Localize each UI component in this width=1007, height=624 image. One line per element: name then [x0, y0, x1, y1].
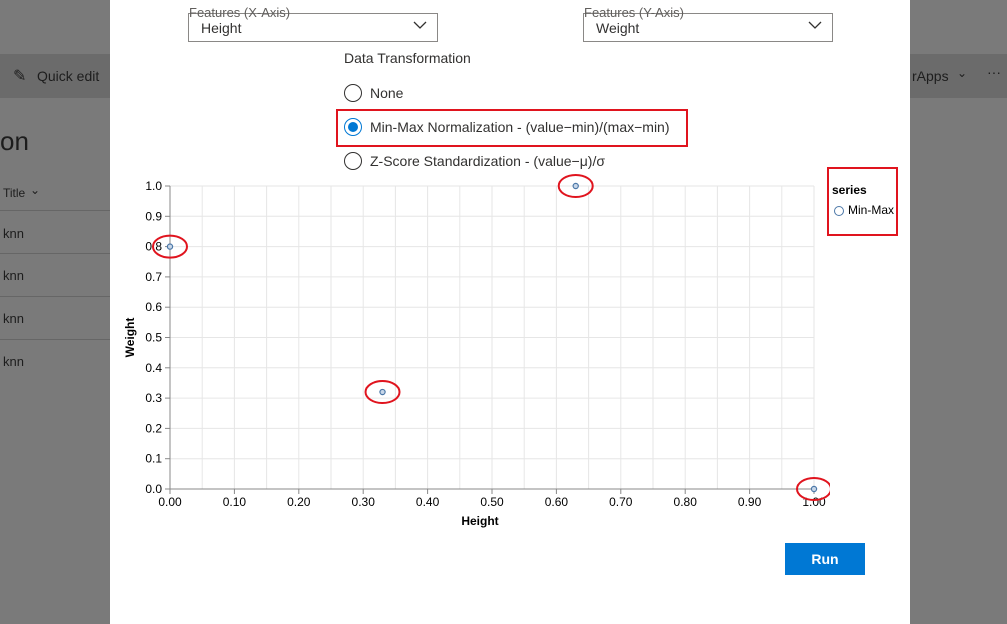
x-tick-label: 0.50 [480, 495, 504, 509]
y-tick-label: 0.1 [145, 452, 162, 466]
scatter-chart: 0.00 0.10 0.20 0.30 0.40 0.50 0.60 0.70 0.80 0.90… [123, 174, 830, 528]
y-tick-label: 0.6 [145, 300, 162, 314]
background-toolbar-right: rApps [912, 68, 949, 84]
x-tick-label: 0.60 [545, 495, 569, 509]
data-transformation-title: Data Transformation [344, 50, 471, 66]
background-page-title: on [0, 126, 29, 156]
highlight-box [827, 167, 898, 236]
background-row-divider [0, 339, 110, 340]
y-tick-label: 0.5 [145, 331, 162, 345]
background-column-sort-icon: ⌄ [30, 183, 41, 197]
radio-button[interactable] [344, 84, 362, 102]
x-tick-label: 0.20 [287, 495, 311, 509]
y-axis-feature-label: Features (Y-Axis) [584, 5, 684, 20]
background-column-header: Title [3, 186, 26, 200]
x-tick-label: 1.00 [802, 495, 826, 509]
y-tick-label: 0.0 [145, 482, 162, 496]
data-point [572, 182, 579, 190]
background-row: knn [3, 354, 24, 369]
chevron-down-icon [808, 21, 822, 29]
data-point [166, 243, 174, 250]
y-tick-label: 0.2 [145, 421, 162, 435]
background-row: knn [3, 268, 24, 283]
x-tick-label: 0.10 [223, 495, 247, 509]
background-row-divider [0, 253, 110, 254]
x-tick-label: 0.00 [158, 495, 182, 509]
background-row: knn [3, 311, 24, 326]
y-tick-label: 0.3 [145, 391, 162, 405]
chevron-down-icon [413, 21, 427, 29]
radio-button[interactable] [344, 152, 362, 170]
run-button[interactable]: Run [785, 543, 865, 575]
x-tick-label: 0.80 [674, 495, 698, 509]
highlight-box [336, 109, 688, 147]
x-tick-label: 0.70 [609, 495, 633, 509]
y-axis-title: Weight [123, 318, 137, 358]
background-chevron-icon: ⌄ [957, 66, 968, 80]
x-tick-label: 0.90 [738, 495, 762, 509]
data-point [810, 485, 818, 493]
option-label: Z-Score Standardization - (value−μ)/σ [370, 153, 605, 169]
y-axis-feature-value: Weight [596, 20, 640, 36]
x-axis-feature-label: Features (X-Axis) [189, 5, 291, 20]
y-tick-label: 0.7 [145, 270, 162, 284]
background-row-divider [0, 296, 110, 297]
x-axis-title: Height [461, 514, 498, 528]
option-none[interactable]: None [344, 84, 424, 106]
y-tick-label: 1.0 [145, 179, 162, 193]
y-tick-label: 0.9 [145, 209, 162, 223]
background-row: knn [3, 226, 24, 241]
x-axis-feature-dropdown[interactable]: Features (X-Axis) Height [188, 5, 438, 42]
background-quick-edit: Quick edit [37, 68, 100, 84]
x-tick-label: 0.30 [352, 495, 376, 509]
x-axis-feature-value: Height [201, 20, 242, 36]
y-tick-label: 0.4 [145, 361, 162, 375]
background-row-divider [0, 210, 110, 211]
data-point [379, 388, 386, 396]
y-axis-feature-dropdown[interactable]: Features (Y-Axis) Weight [583, 5, 833, 42]
scatter-dialog: Features (X-Axis) Height Features (Y-Axi… [110, 0, 910, 624]
background-more-icon: ··· [987, 64, 1001, 80]
option-label: None [370, 85, 404, 101]
x-tick-label: 0.40 [416, 495, 440, 509]
pencil-icon: ✎ [13, 68, 27, 85]
